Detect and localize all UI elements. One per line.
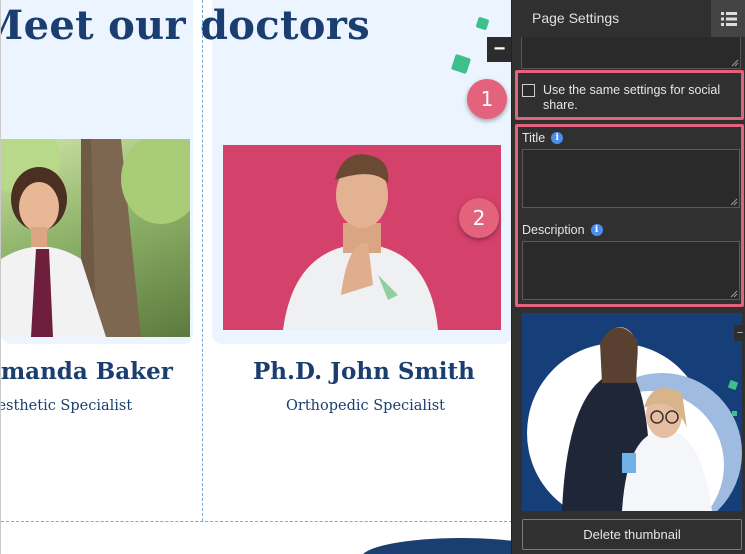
layout-guide-vertical (202, 0, 203, 521)
callout-1: 1 (467, 79, 507, 119)
same-settings-checkbox[interactable] (522, 84, 535, 97)
list-view-button[interactable] (711, 0, 745, 37)
description-input[interactable] (522, 241, 740, 300)
doctor-photo-john[interactable] (223, 145, 501, 330)
delete-thumbnail-button[interactable]: Delete thumbnail (522, 519, 742, 550)
info-icon[interactable]: i (551, 132, 564, 144)
previous-field-textarea[interactable] (521, 37, 741, 69)
callout-2: 2 (459, 198, 499, 238)
doctor-photo-amanda-art (1, 139, 190, 337)
info-icon[interactable]: i (590, 224, 603, 236)
resize-grip-icon[interactable] (730, 198, 738, 206)
doctor-photo-john-art (223, 145, 501, 330)
panel-header: Page Settings (512, 0, 745, 37)
same-settings-label[interactable]: Use the same settings for social share. (543, 83, 737, 113)
thumbnail-preview[interactable] (522, 313, 742, 511)
description-label-text: Description (522, 223, 585, 237)
panel-title: Page Settings (532, 10, 620, 26)
title-input[interactable] (522, 149, 740, 208)
decor-wave (361, 538, 511, 554)
list-view-icon (720, 11, 737, 26)
doctor-photo-amanda[interactable] (1, 139, 190, 337)
editor-canvas[interactable]: Meet our doctors Amanda Baker Aesthetic … (0, 0, 511, 554)
layout-guide-horizontal (1, 521, 511, 522)
resize-grip-icon[interactable] (730, 290, 738, 298)
thumbnail-collapse-button[interactable]: − (734, 325, 745, 341)
title-label: Title i (522, 131, 564, 145)
doctor-name-john[interactable]: Ph.D. John Smith (253, 358, 475, 385)
page-heading[interactable]: Meet our doctors (1, 2, 370, 49)
same-settings-option[interactable]: Use the same settings for social share. (522, 83, 737, 113)
title-label-text: Title (522, 131, 546, 145)
doctor-role-john[interactable]: Orthopedic Specialist (286, 398, 445, 414)
thumbnail-image (522, 313, 742, 511)
resize-grip-icon[interactable] (731, 59, 739, 67)
page-settings-panel: Page Settings Use the same settings for … (511, 0, 745, 554)
doctor-name-amanda[interactable]: Amanda Baker (1, 358, 173, 385)
collapse-button[interactable]: − (487, 37, 511, 62)
description-label: Description i (522, 223, 603, 237)
doctor-role-amanda[interactable]: Aesthetic Specialist (1, 398, 132, 414)
minus-icon: − (493, 38, 506, 60)
